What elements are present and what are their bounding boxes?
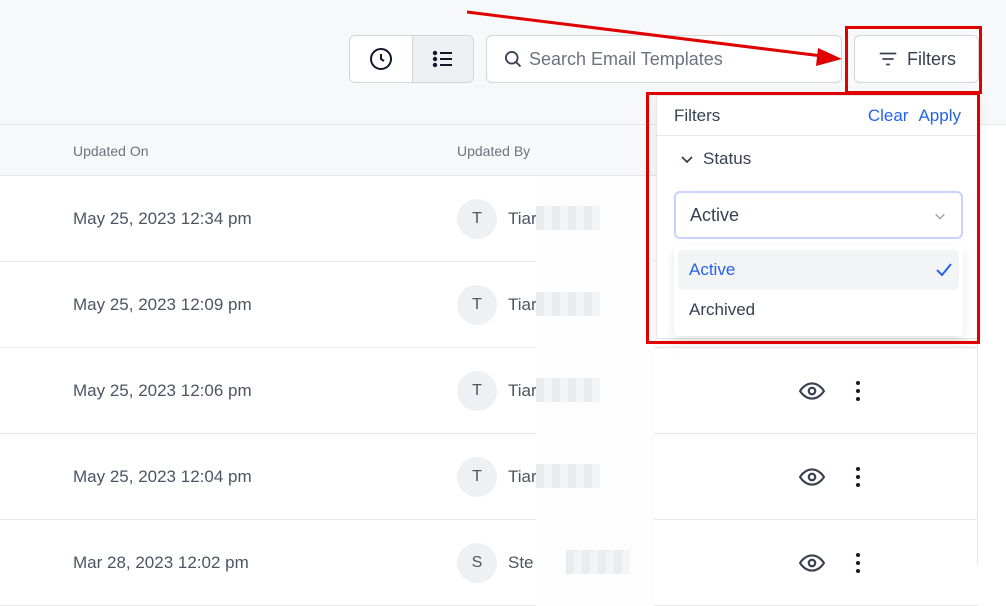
column-updated-by[interactable]: Updated By <box>457 143 530 159</box>
list-icon <box>432 50 452 68</box>
view-eye-icon[interactable] <box>798 378 826 409</box>
option-label: Archived <box>689 300 756 319</box>
updated-by-name: Ste <box>508 553 534 572</box>
chevron-down-icon <box>681 156 693 164</box>
status-section-toggle[interactable]: Status <box>679 149 751 169</box>
apply-button[interactable]: Apply <box>918 106 961 126</box>
search-input[interactable] <box>529 48 829 70</box>
updated-on-cell: May 25, 2023 12:04 pm <box>73 467 252 486</box>
table-row[interactable]: May 25, 2023 12:06 pm T Tiar <box>0 348 978 434</box>
status-section-label: Status <box>703 149 752 168</box>
clock-icon <box>369 48 392 70</box>
status-option-archived[interactable]: Archived <box>678 290 959 330</box>
chevron-down-icon <box>935 213 945 220</box>
updated-by-name: Tiar <box>508 295 537 314</box>
filters-panel: Filters Clear Apply Status Active Active… <box>656 95 978 339</box>
updated-by-name: Tiar <box>508 467 537 486</box>
table-row[interactable]: May 25, 2023 12:04 pm T Tiar <box>0 434 978 520</box>
updated-by-name: Tiar <box>508 381 537 400</box>
redacted-name <box>566 550 630 574</box>
filters-button-label: Filters <box>907 48 956 69</box>
view-eye-icon[interactable] <box>798 464 826 495</box>
search-field[interactable] <box>486 35 842 83</box>
redacted-name <box>536 378 600 402</box>
redacted-name <box>536 292 600 316</box>
table-row[interactable]: Mar 28, 2023 12:02 pm S Ste <box>0 520 978 606</box>
avatar: T <box>457 457 497 497</box>
updated-on-cell: May 25, 2023 12:34 pm <box>73 209 252 228</box>
filters-panel-header: Filters Clear Apply <box>657 96 977 136</box>
status-select[interactable]: Active <box>674 191 963 239</box>
column-updated-on[interactable]: Updated On <box>73 143 149 159</box>
filters-button[interactable]: Filters <box>854 35 979 83</box>
updated-on-cell: May 25, 2023 12:06 pm <box>73 381 252 400</box>
status-select-value: Active <box>690 204 740 225</box>
updated-by-name: Tiar <box>508 209 537 228</box>
avatar: T <box>457 285 497 325</box>
redacted-name <box>536 464 600 488</box>
clear-button[interactable]: Clear <box>868 106 909 126</box>
search-icon <box>505 51 522 68</box>
updated-on-cell: May 25, 2023 12:09 pm <box>73 295 252 314</box>
avatar: T <box>457 199 497 239</box>
avatar: T <box>457 371 497 411</box>
redacted-name <box>536 206 600 230</box>
more-options-icon[interactable] <box>850 550 866 581</box>
option-label: Active <box>689 260 736 279</box>
filter-lines-icon <box>879 52 897 66</box>
list-view-button[interactable] <box>411 36 473 82</box>
status-option-active[interactable]: Active <box>678 250 959 290</box>
checkmark-icon <box>936 263 952 277</box>
filters-panel-title: Filters <box>674 105 721 125</box>
more-options-icon[interactable] <box>850 378 866 409</box>
status-options-list: Active Archived <box>674 246 963 336</box>
more-options-icon[interactable] <box>850 464 866 495</box>
view-toggle <box>349 35 474 83</box>
updated-on-cell: Mar 28, 2023 12:02 pm <box>73 553 249 572</box>
avatar: S <box>457 543 497 583</box>
view-eye-icon[interactable] <box>798 550 826 581</box>
history-view-button[interactable] <box>350 36 412 82</box>
